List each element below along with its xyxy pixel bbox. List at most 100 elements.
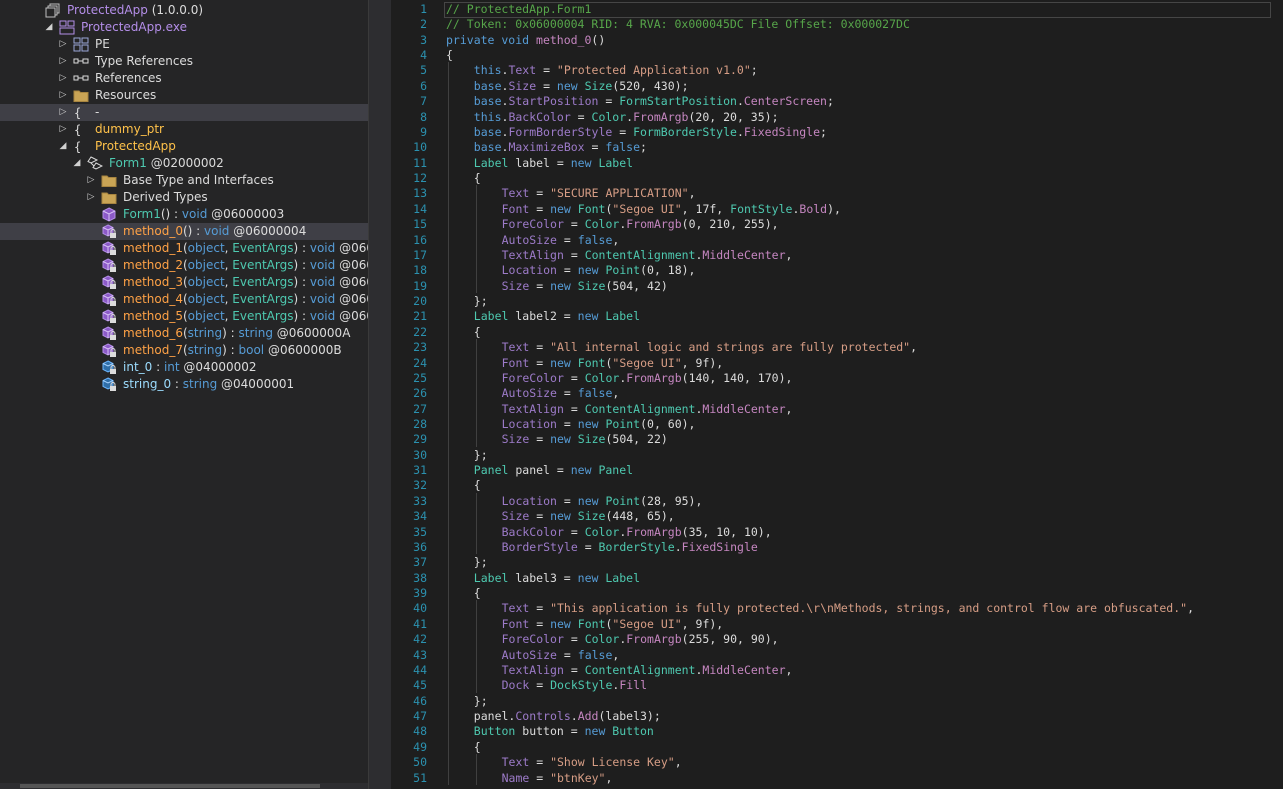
- code-line[interactable]: 33 Location = new Point(28, 95),: [391, 493, 1283, 509]
- code-line[interactable]: 18 Location = new Point(0, 18),: [391, 262, 1283, 278]
- indent-guide: [475, 185, 477, 294]
- line-number: 10: [413, 140, 427, 155]
- code-line[interactable]: 26 AutoSize = false,: [391, 385, 1283, 401]
- code-text: Dock = DockStyle.Fill: [501, 678, 648, 693]
- code-line[interactable]: 50 Text = "Show License Key",: [391, 754, 1283, 770]
- code-line[interactable]: 40 Text = "This application is fully prot…: [391, 600, 1283, 616]
- code-editor[interactable]: 1 // ProtectedApp.Form1 2 // Token: 0x06000…: [391, 0, 1283, 789]
- tree-node[interactable]: Form1() : void @06000003: [0, 206, 368, 223]
- code-line[interactable]: 10 base.MaximizeBox = false;: [391, 139, 1283, 155]
- code-line[interactable]: 7 base.StartPosition = FormStartPosition.…: [391, 93, 1283, 109]
- tree-node[interactable]: ▷ References: [0, 70, 368, 87]
- code-line[interactable]: 31 Panel panel = new Panel: [391, 462, 1283, 478]
- code-line[interactable]: 24 Font = new Font("Segoe UI", 9f),: [391, 355, 1283, 371]
- tree-node[interactable]: method_1(object, EventArgs) : void @0600…: [0, 240, 368, 257]
- code-line[interactable]: 19 Size = new Size(504, 42): [391, 278, 1283, 294]
- tree-node[interactable]: method_0() : void @06000004: [0, 223, 368, 240]
- expand-closed-icon[interactable]: ▷: [86, 172, 96, 189]
- tree-node[interactable]: string_0 : string @04000001: [0, 376, 368, 393]
- code-line[interactable]: 30};: [391, 447, 1283, 463]
- code-line[interactable]: 16 AutoSize = false,: [391, 232, 1283, 248]
- code-line[interactable]: 22 {: [391, 324, 1283, 340]
- code-line[interactable]: 4{: [391, 47, 1283, 63]
- code-line[interactable]: 2 // Token: 0x06000004 RID: 4 RVA: 0x0000…: [391, 16, 1283, 32]
- code-line[interactable]: 37};: [391, 554, 1283, 570]
- code-line[interactable]: 43 AutoSize = false,: [391, 647, 1283, 663]
- code-line[interactable]: 6 base.Size = new Size(520, 430);: [391, 78, 1283, 94]
- expand-closed-icon[interactable]: ▷: [58, 121, 68, 138]
- code-line[interactable]: 25 ForeColor = Color.FromArgb(140, 140, 1…: [391, 370, 1283, 386]
- assembly-explorer[interactable]: ProtectedApp (1.0.0.0) ◢ ProtectedApp.exe ▷…: [0, 0, 369, 789]
- expand-open-icon[interactable]: ◢: [44, 19, 54, 36]
- tree-node[interactable]: ▷ { } dummy_ptr: [0, 121, 368, 138]
- tree-horizontal-scrollbar[interactable]: [0, 783, 368, 789]
- scrollbar-thumb[interactable]: [20, 784, 320, 788]
- code-line[interactable]: 45 Dock = DockStyle.Fill: [391, 677, 1283, 693]
- code-line[interactable]: 5 this.Text = "Protected Application v1.0…: [391, 62, 1283, 78]
- expand-closed-icon[interactable]: ▷: [58, 104, 68, 121]
- code-line[interactable]: 11 Label label = new Label: [391, 155, 1283, 171]
- expand-closed-icon[interactable]: ▷: [58, 70, 68, 87]
- code-line[interactable]: 49 {: [391, 739, 1283, 755]
- code-line[interactable]: 21 Label label2 = new Label: [391, 308, 1283, 324]
- code-line[interactable]: 15 ForeColor = Color.FromArgb(0, 210, 255…: [391, 216, 1283, 232]
- folder-icon: [73, 88, 89, 103]
- code-line[interactable]: 34 Size = new Size(448, 65),: [391, 508, 1283, 524]
- tree-node-label: method_7(string) : bool @0600000B: [123, 343, 342, 357]
- line-number: 6: [420, 78, 427, 93]
- tree-node[interactable]: ◢ { } ProtectedApp: [0, 138, 368, 155]
- expand-open-icon[interactable]: ◢: [58, 138, 68, 155]
- code-line[interactable]: 44 TextAlign = ContentAlignment.MiddleCen…: [391, 662, 1283, 678]
- code-line[interactable]: 35 BackColor = Color.FromArgb(35, 10, 10)…: [391, 524, 1283, 540]
- tree-node[interactable]: ▷ Resources: [0, 87, 368, 104]
- tree-node[interactable]: ◢ ProtectedApp.exe: [0, 19, 368, 36]
- expand-closed-icon[interactable]: ▷: [86, 189, 96, 206]
- expand-closed-icon[interactable]: ▷: [58, 53, 68, 70]
- code-line[interactable]: 20};: [391, 293, 1283, 309]
- code-line[interactable]: 32 {: [391, 477, 1283, 493]
- tree-node[interactable]: method_5(object, EventArgs) : void @0600…: [0, 308, 368, 325]
- code-line[interactable]: 51 Name = "btnKey",: [391, 770, 1283, 786]
- code-text: AutoSize = false,: [501, 386, 620, 401]
- tree-node[interactable]: ▷ Base Type and Interfaces: [0, 172, 368, 189]
- tree-node[interactable]: method_4(object, EventArgs) : void @0600…: [0, 291, 368, 308]
- methodlock-icon: [101, 241, 117, 256]
- code-line[interactable]: 38 Label label3 = new Label: [391, 570, 1283, 586]
- tree-node[interactable]: ProtectedApp (1.0.0.0): [0, 2, 368, 19]
- tree-node[interactable]: ◢ Form1 @02000002: [0, 155, 368, 172]
- tree-node[interactable]: method_2(object, EventArgs) : void @0600…: [0, 257, 368, 274]
- code-line[interactable]: 9 base.FormBorderStyle = FormBorderStyle.…: [391, 124, 1283, 140]
- code-line[interactable]: 47 panel.Controls.Add(label3);: [391, 708, 1283, 724]
- expand-open-icon[interactable]: ◢: [72, 155, 82, 172]
- code-line[interactable]: 17 TextAlign = ContentAlignment.MiddleCen…: [391, 247, 1283, 263]
- code-line[interactable]: 27 TextAlign = ContentAlignment.MiddleCen…: [391, 401, 1283, 417]
- expand-closed-icon[interactable]: ▷: [58, 36, 68, 53]
- tree-node-label: method_3(object, EventArgs) : void @0600…: [123, 275, 368, 289]
- code-line[interactable]: 39 {: [391, 585, 1283, 601]
- expand-closed-icon[interactable]: ▷: [58, 87, 68, 104]
- line-number: 11: [413, 155, 427, 170]
- tree-node[interactable]: method_7(string) : bool @0600000B: [0, 342, 368, 359]
- tree-node[interactable]: int_0 : int @04000002: [0, 359, 368, 376]
- pane-splitter[interactable]: [369, 0, 391, 789]
- code-line[interactable]: 36 BorderStyle = BorderStyle.FixedSingle: [391, 539, 1283, 555]
- code-line[interactable]: 42 ForeColor = Color.FromArgb(255, 90, 90…: [391, 631, 1283, 647]
- tree-node[interactable]: ▷ Type References: [0, 53, 368, 70]
- tree-node[interactable]: ▷ { }-: [0, 104, 368, 121]
- tree-node[interactable]: method_3(object, EventArgs) : void @0600…: [0, 274, 368, 291]
- code-line[interactable]: 13 Text = "SECURE APPLICATION",: [391, 185, 1283, 201]
- code-line[interactable]: 1 // ProtectedApp.Form1: [391, 1, 1283, 18]
- tree-node[interactable]: method_6(string) : string @0600000A: [0, 325, 368, 342]
- code-line[interactable]: 41 Font = new Font("Segoe UI", 9f),: [391, 616, 1283, 632]
- code-line[interactable]: 23 Text = "All internal logic and strings…: [391, 339, 1283, 355]
- code-line[interactable]: 46};: [391, 693, 1283, 709]
- code-line[interactable]: 3 private void method_0(): [391, 32, 1283, 48]
- code-line[interactable]: 14 Font = new Font("Segoe UI", 17f, FontS…: [391, 201, 1283, 217]
- code-line[interactable]: 29 Size = new Size(504, 22): [391, 431, 1283, 447]
- code-line[interactable]: 48 Button button = new Button: [391, 723, 1283, 739]
- code-line[interactable]: 28 Location = new Point(0, 60),: [391, 416, 1283, 432]
- tree-node[interactable]: ▷ PE: [0, 36, 368, 53]
- tree-node[interactable]: ▷ Derived Types: [0, 189, 368, 206]
- code-line[interactable]: 8 this.BackColor = Color.FromArgb(20, 20,…: [391, 109, 1283, 125]
- code-line[interactable]: 12 {: [391, 170, 1283, 186]
